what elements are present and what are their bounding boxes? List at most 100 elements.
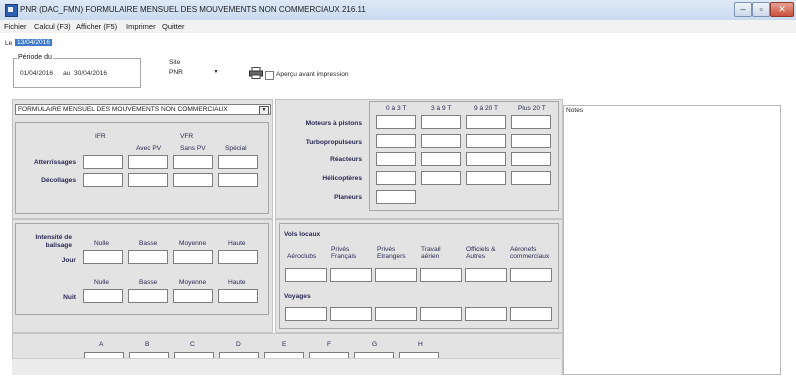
- le-label: Le: [5, 40, 13, 47]
- turbo-0-3-field[interactable]: [376, 134, 416, 148]
- date-from-field[interactable]: 01/04/2016: [20, 70, 53, 77]
- helico-plus20-field[interactable]: [511, 171, 551, 185]
- voyages-officiels-field[interactable]: [465, 307, 507, 321]
- pistons-plus20-field[interactable]: [511, 115, 551, 129]
- reacteurs-plus20-field[interactable]: [511, 152, 551, 166]
- site-label: Site: [169, 59, 181, 66]
- vols-col-travail-aerien: Travail aérien: [421, 246, 441, 260]
- jour-nulle-field[interactable]: [83, 250, 123, 264]
- col-letter-b: B: [145, 341, 150, 348]
- atterrissages-special-field[interactable]: [218, 155, 258, 169]
- apercu-checkbox[interactable]: [265, 71, 274, 80]
- decollages-label: Décollages: [41, 177, 76, 184]
- vols-commerciaux-field[interactable]: [510, 268, 552, 282]
- vols-prives-etr-field[interactable]: [375, 268, 417, 282]
- site-value: PNR: [169, 69, 183, 76]
- vols-col-prives-francais: Privés Français: [331, 246, 357, 260]
- menu-imprimer[interactable]: Imprimer: [126, 22, 156, 31]
- pistons-3-9-field[interactable]: [421, 115, 461, 129]
- weight-col-2: 9 à 20 T: [474, 105, 499, 112]
- decollages-ifr-field[interactable]: [83, 173, 123, 187]
- ifr-header: IFR: [95, 133, 106, 140]
- voyages-commerciaux-field[interactable]: [510, 307, 552, 321]
- nuit-col-basse: Basse: [139, 279, 158, 286]
- helicopteres-label: Hélicoptères: [322, 175, 362, 182]
- col-letter-g: G: [372, 341, 378, 348]
- turbo-9-20-field[interactable]: [466, 134, 506, 148]
- voyages-prives-etr-field[interactable]: [375, 307, 417, 321]
- helico-9-20-field[interactable]: [466, 171, 506, 185]
- printer-icon[interactable]: [249, 67, 263, 79]
- window-title: PNR (DAC_FMN) FORMULAIRE MENSUEL DES MOU…: [20, 5, 366, 14]
- decollages-sans-pv-field[interactable]: [173, 173, 213, 187]
- vols-travail-field[interactable]: [420, 268, 462, 282]
- close-button[interactable]: ✕: [770, 2, 794, 17]
- weight-col-0: 0 à 3 T: [386, 105, 407, 112]
- nuit-moyenne-field[interactable]: [173, 289, 213, 303]
- col-letter-e: E: [282, 341, 287, 348]
- vols-locaux-title: Vols locaux: [284, 231, 321, 238]
- pistons-9-20-field[interactable]: [466, 115, 506, 129]
- nuit-col-nulle: Nulle: [94, 279, 110, 286]
- nuit-haute-field[interactable]: [218, 289, 258, 303]
- apercu-label: Aperçu avant impression: [276, 71, 349, 78]
- col-letter-h: H: [418, 341, 423, 348]
- atterrissages-avec-pv-field[interactable]: [128, 155, 168, 169]
- vols-col-prives-etrangers: Privés Etrangers: [377, 246, 406, 260]
- menu-calcul[interactable]: Calcul (F3): [34, 22, 71, 31]
- planeurs-label: Planeurs: [334, 194, 362, 201]
- menu-quitter[interactable]: Quitter: [162, 22, 185, 31]
- col-letter-c: C: [190, 341, 195, 348]
- atterrissages-sans-pv-field[interactable]: [173, 155, 213, 169]
- decollages-avec-pv-field[interactable]: [128, 173, 168, 187]
- vols-aeroclubs-field[interactable]: [285, 268, 327, 282]
- sans-pv-header: Sans PV: [180, 145, 206, 152]
- weight-col-1: 3 à 9 T: [431, 105, 452, 112]
- nuit-basse-field[interactable]: [128, 289, 168, 303]
- nuit-col-moyenne: Moyenne: [179, 279, 207, 286]
- weight-col-3: Plus 20 T: [518, 105, 546, 112]
- decollages-special-field[interactable]: [218, 173, 258, 187]
- reacteurs-9-20-field[interactable]: [466, 152, 506, 166]
- helico-0-3-field[interactable]: [376, 171, 416, 185]
- jour-basse-field[interactable]: [128, 250, 168, 264]
- turbo-3-9-field[interactable]: [421, 134, 461, 148]
- turbo-plus20-field[interactable]: [511, 134, 551, 148]
- col-letter-d: D: [236, 341, 241, 348]
- reacteurs-3-9-field[interactable]: [421, 152, 461, 166]
- planeurs-field[interactable]: [376, 190, 416, 204]
- minimize-button[interactable]: –: [734, 2, 752, 17]
- jour-col-haute: Haute: [228, 240, 246, 247]
- menu-afficher[interactable]: Afficher (F5): [76, 22, 117, 31]
- jour-haute-field[interactable]: [218, 250, 258, 264]
- nuit-label: Nuit: [63, 294, 76, 301]
- le-date-field[interactable]: 13/04/2016: [15, 39, 53, 46]
- form-select[interactable]: FORMULAIRE MENSUEL DES MOUVEMENTS NON CO…: [15, 104, 271, 115]
- voyages-travail-field[interactable]: [420, 307, 462, 321]
- turbo-label: Turbopropulseurs: [305, 139, 362, 146]
- atterrissages-ifr-field[interactable]: [83, 155, 123, 169]
- menu-fichier[interactable]: Fichier: [4, 22, 27, 31]
- jour-moyenne-field[interactable]: [173, 250, 213, 264]
- nuit-nulle-field[interactable]: [83, 289, 123, 303]
- maximize-button[interactable]: ▫: [752, 2, 770, 17]
- atterrissages-label: Atterrissages: [33, 159, 76, 166]
- form-select-value: FORMULAIRE MENSUEL DES MOUVEMENTS NON CO…: [18, 106, 228, 113]
- voyages-prives-fr-field[interactable]: [330, 307, 372, 321]
- avec-pv-header: Avec PV: [136, 145, 162, 152]
- site-select[interactable]: PNR ▼: [167, 68, 221, 79]
- vols-col-officiels: Officiels & Autres: [466, 246, 496, 260]
- helico-3-9-field[interactable]: [421, 171, 461, 185]
- vols-officiels-field[interactable]: [465, 268, 507, 282]
- pistons-0-3-field[interactable]: [376, 115, 416, 129]
- jour-col-nulle: Nulle: [94, 240, 110, 247]
- date-to-field[interactable]: 30/04/2016: [74, 70, 107, 77]
- vfr-header: VFR: [180, 133, 194, 140]
- reacteurs-0-3-field[interactable]: [376, 152, 416, 166]
- app-icon: [5, 4, 18, 17]
- pistons-label: Moteurs à pistons: [305, 120, 362, 127]
- notes-area[interactable]: [563, 105, 781, 375]
- special-header: Spécial: [225, 145, 247, 152]
- voyages-aeroclubs-field[interactable]: [285, 307, 327, 321]
- vols-prives-fr-field[interactable]: [330, 268, 372, 282]
